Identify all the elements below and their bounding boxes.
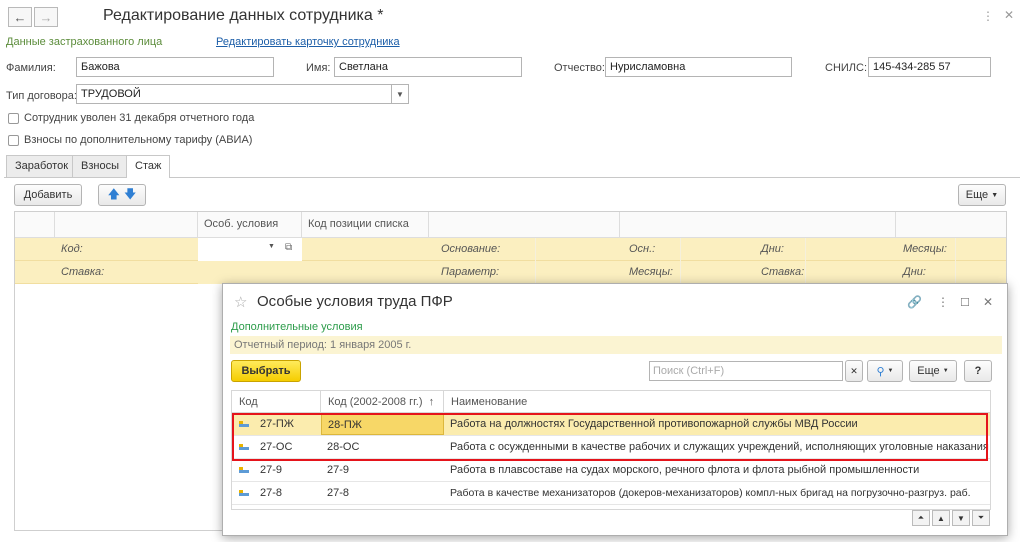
contract-dropdown-button[interactable]: ▼ (391, 84, 409, 104)
item-icon (239, 467, 249, 473)
chevron-down-icon[interactable]: ▼ (268, 243, 275, 250)
avia-label: Взносы по дополнительному тарифу (АВИА) (24, 134, 253, 146)
special-conditions-dialog: ☆ Особые условия труда ПФР 🔗 ⋮ ☐ ✕ Допол… (222, 283, 1008, 536)
column-special-conditions[interactable]: Особ. условия (198, 212, 302, 238)
more-menu-icon[interactable]: ⋮ (937, 295, 949, 309)
clear-search-button[interactable]: ✕ (845, 360, 863, 382)
parameter-label: Параметр: (441, 266, 500, 278)
dismissed-label: Сотрудник уволен 31 декабря отчетного го… (24, 112, 255, 124)
column-old-code[interactable]: Код (2002-2008 гг.) ↑ (321, 391, 444, 413)
months-label-2: Месяцы: (629, 266, 673, 278)
item-icon (239, 490, 249, 496)
avia-checkbox[interactable] (8, 135, 19, 146)
first-page-icon[interactable]: ⏶ (912, 510, 930, 526)
select-button[interactable]: Выбрать (231, 360, 301, 382)
days-label-2: Дни: (903, 266, 926, 278)
table-row[interactable]: 27-9 27-9 Работа в плавсоставе на судах … (232, 459, 990, 482)
column-name[interactable]: Наименование (444, 391, 990, 413)
more-button[interactable]: Еще ▼ (958, 184, 1006, 206)
reporting-period: Отчетный период: 1 января 2005 г. (230, 336, 1002, 354)
days-label: Дни: (761, 243, 784, 255)
name-field[interactable]: Светлана (334, 57, 522, 77)
snils-field[interactable]: 145-434-285 57 (868, 57, 991, 77)
arrow-left-icon: ← (13, 9, 27, 25)
arrow-right-icon: → (39, 9, 53, 25)
special-conditions-cell[interactable]: ▼ ⧉ (198, 238, 302, 261)
arrow-down-icon[interactable]: 🡇 (124, 185, 136, 206)
rate-label-2: Ставка: (761, 266, 805, 278)
highlight-frame (232, 413, 988, 461)
search-icon: ⚲ (876, 365, 885, 378)
last-page-icon[interactable]: ⏷ (972, 510, 990, 526)
section-subtitle: Данные застрахованного лица (6, 36, 163, 48)
close-icon[interactable]: ✕ (983, 295, 993, 309)
grid-row[interactable]: Ставка: Параметр: Месяцы: Ставка: Дни: (15, 261, 1006, 284)
months-label: Месяцы: (903, 243, 947, 255)
surname-field[interactable]: Бажова (76, 57, 274, 77)
section-title: Дополнительные условия (231, 321, 363, 333)
basis-label: Основание: (441, 243, 501, 255)
chevron-down-icon: ▼ (942, 368, 949, 374)
table-header: Код Код (2002-2008 гг.) ↑ Наименование (232, 391, 990, 413)
table-row[interactable]: 27-8 27-8 Работа в качестве механизаторо… (232, 482, 990, 505)
base-label: Осн.: (629, 243, 656, 255)
add-button[interactable]: Добавить (14, 184, 82, 206)
back-button[interactable]: ← (8, 7, 32, 27)
patronymic-label: Отчество: (554, 62, 605, 74)
sort-ascending-icon: ↑ (428, 396, 435, 408)
arrow-up-icon[interactable]: 🡅 (108, 185, 120, 206)
link-icon[interactable]: 🔗 (907, 295, 922, 309)
move-buttons: 🡅 🡇 (98, 184, 146, 206)
tab-earnings[interactable]: Заработок (6, 155, 78, 177)
name-label: Имя: (306, 62, 331, 74)
column-list-code[interactable]: Код позиции списка (302, 212, 429, 238)
edit-employee-link[interactable]: Редактировать карточку сотрудника (216, 36, 400, 48)
patronymic-field[interactable]: Нурисламовна (605, 57, 792, 77)
snils-label: СНИЛС: (825, 62, 868, 74)
dialog-title: Особые условия труда ПФР (257, 293, 453, 310)
search-input[interactable]: Поиск (Ctrl+F) (649, 361, 843, 381)
code-label: Код: (61, 243, 83, 255)
star-icon[interactable]: ☆ (234, 293, 247, 311)
more-menu-icon[interactable]: ⋮ (982, 9, 994, 23)
rate-label: Ставка: (61, 266, 105, 278)
search-button[interactable]: ⚲ ▼ (867, 360, 903, 382)
tab-experience[interactable]: Стаж (126, 155, 171, 178)
chevron-down-icon: ▼ (396, 89, 404, 99)
more-button[interactable]: Еще ▼ (909, 360, 957, 382)
dismissed-checkbox[interactable] (8, 113, 19, 124)
chevron-down-icon: ▼ (887, 368, 894, 374)
maximize-icon[interactable]: ☐ (960, 296, 970, 309)
close-icon[interactable]: ✕ (1004, 8, 1014, 22)
surname-label: Фамилия: (6, 62, 56, 74)
contract-select[interactable]: ТРУДОВОЙ (76, 84, 392, 104)
prev-page-icon[interactable]: ▲ (932, 510, 950, 526)
next-page-icon[interactable]: ▼ (952, 510, 970, 526)
chevron-down-icon: ▼ (991, 191, 999, 199)
close-icon: ✕ (850, 365, 858, 376)
open-icon[interactable]: ⧉ (285, 242, 292, 253)
grid-row[interactable]: Код: ▼ ⧉ Основание: Осн.: Дни: Месяцы: (15, 238, 1006, 261)
tab-contributions[interactable]: Взносы (72, 155, 128, 177)
help-button[interactable]: ? (964, 360, 992, 382)
column-code[interactable]: Код (232, 391, 321, 413)
forward-button[interactable]: → (34, 7, 58, 27)
page-title: Редактирование данных сотрудника * (103, 7, 384, 24)
grid-header: Особ. условия Код позиции списка (15, 212, 1006, 238)
contract-label: Тип договора: (6, 90, 77, 102)
